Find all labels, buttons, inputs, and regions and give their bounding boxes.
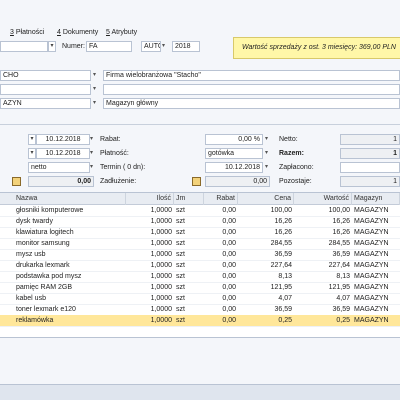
column-header-jm[interactable]: Jm [174,193,204,205]
chevron-down-icon[interactable]: ▾ [265,149,268,158]
cell-ilosc: 1,0000 [150,317,172,324]
tab-key: 4 [57,29,61,36]
column-header-nazwa[interactable]: Nazwa [14,193,126,205]
chevron-down-icon[interactable]: ▾ [90,163,93,172]
chevron-down-icon[interactable]: ▾ [265,163,268,172]
contractor-name-field: Firma wielobranżowa "Stacho" [103,70,400,81]
chevron-down-icon[interactable]: ▾ [162,42,165,51]
column-header-cena[interactable]: Cena [238,193,294,205]
netto-field: 1 [340,134,400,145]
price-type-field[interactable]: netto [28,162,90,173]
calendar-icon[interactable] [12,177,21,186]
zaplacono-label: Zapłacono: [279,164,314,171]
cell-magazyn: MAGAZYN [354,317,389,324]
rabat-field[interactable]: 0,00 % [205,134,263,145]
column-header-magazyn[interactable]: Magazyn [352,193,400,205]
zaplacono-field[interactable] [340,162,400,173]
tab-key: 5 [106,29,110,36]
numer-prefix-field[interactable]: FA [86,41,132,52]
tab-label: Płatności [15,29,45,36]
cell-jm: szt [176,317,185,324]
razem-field: 1 [340,148,400,159]
tab-label: Atrybuty [111,29,138,36]
chevron-down-icon[interactable]: ▾ [90,135,93,144]
date1-field[interactable]: 10.12.2018 [36,134,90,145]
section-divider [0,124,400,125]
sales-banner: Wartość sprzedaży z ost. 3 miesięcy: 369… [233,37,400,59]
pozostaje-field: 1 [340,176,400,187]
termin-text: Termin [100,164,122,171]
cell-nazwa: reklamówka [16,317,54,324]
chevron-down-icon[interactable]: ▾ [93,85,96,94]
numer-year-field[interactable]: 2018 [172,41,200,52]
chevron-down-icon[interactable]: ▾ [93,71,96,80]
chevron-down-icon[interactable]: ▾ [28,148,36,159]
contractor-code-field[interactable]: CHO [0,70,91,81]
tab-label: Dokumenty [62,29,99,36]
sum-left-field: 0,00 [28,176,94,187]
tab-atrybuty[interactable]: 5 Atrybuty [106,28,137,38]
zadluzenie-label: Zadłużenie: [100,178,137,185]
termin-label: Termin ( 0 dn): [100,163,145,173]
cell-rabat: 0,00 [222,317,236,324]
chevron-down-icon[interactable]: ▾ [90,149,93,158]
tab-platnosci[interactable]: 3 Płatności [10,28,44,38]
column-header-ilosc[interactable]: Ilość [126,193,174,205]
pozostaje-label: Pozostaje: [279,178,312,185]
column-header-rabat[interactable]: Rabat [204,193,238,205]
cell-cena: 0,25 [278,317,292,324]
table-row[interactable]: reklamówka 1,0000 szt 0,00 0,25 0,25 MAGAZYN [0,315,400,327]
numer-label: Numer: [62,43,85,50]
date2-field[interactable]: 10.12.2018 [36,148,90,159]
chevron-down-icon[interactable]: ▾ [28,134,36,145]
status-bar [0,384,400,400]
razem-label: Razem: [279,150,304,157]
numer-mode-field[interactable]: AUTO [141,41,161,52]
warehouse-code-field[interactable]: AZYN [0,98,91,109]
chevron-down-icon[interactable]: ▾ [265,135,268,144]
netto-label: Netto: [279,136,298,143]
tab-key: 3 [10,29,14,36]
tab-dokumenty[interactable]: 4 Dokumenty [57,28,98,38]
items-grid[interactable]: Nazwa Ilość Jm Rabat Cena Wartość Magazy… [0,192,400,338]
termin-date-field[interactable]: 10.12.2018 [205,162,263,173]
zadluzenie-field: 0,00 [205,176,270,187]
chevron-down-icon[interactable]: ▾ [48,41,56,52]
warehouse-name-field: Magazyn główny [103,98,400,109]
platnosc-field[interactable]: gotówka [205,148,263,159]
platnosc-label: Płatność: [100,150,129,157]
calendar-icon[interactable] [192,177,201,186]
document-type-field[interactable] [0,41,48,52]
column-header-wartosc[interactable]: Wartość [294,193,352,205]
grid-header: Nazwa Ilość Jm Rabat Cena Wartość Magazy… [0,193,400,205]
chevron-down-icon[interactable]: ▾ [93,99,96,108]
address-field[interactable] [0,84,91,95]
rabat-label: Rabat: [100,136,121,143]
termin-days: ( 0 dn): [122,164,146,171]
cell-wartosc: 0,25 [336,317,350,324]
address-detail-field [103,84,400,95]
